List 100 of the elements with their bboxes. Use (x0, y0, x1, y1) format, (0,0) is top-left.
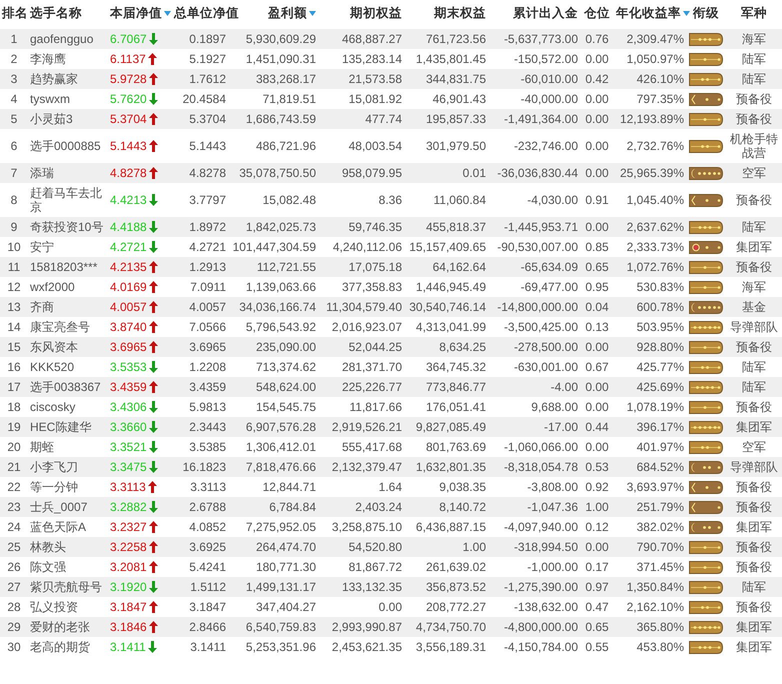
final-equity: 4,734,750.70 (416, 620, 486, 634)
position-ratio: 0.12 (585, 520, 609, 534)
net-value: 3.1847 (110, 600, 147, 614)
service-branch: 导弹部队 (730, 460, 778, 474)
service-branch: 陆军 (742, 52, 766, 66)
final-equity: 6,436,887.15 (416, 520, 486, 534)
net-value: 3.2882 (110, 500, 147, 514)
cumulative-flow: -4,800,000.00 (504, 620, 578, 634)
profit-amount: 71,819.51 (262, 92, 316, 106)
final-equity: 30,540,746.14 (409, 300, 486, 314)
net-value: 3.2081 (110, 560, 147, 574)
annual-return: 790.70% (636, 540, 684, 554)
initial-equity: 2,403.24 (355, 500, 402, 514)
rank-number: 17 (7, 380, 21, 394)
unit-net-value: 7.0911 (190, 280, 226, 294)
rank-number: 14 (7, 320, 21, 334)
unit-net-value: 3.6965 (189, 340, 226, 354)
rank-number: 6 (10, 139, 18, 153)
unit-net-value: 3.7797 (189, 193, 226, 207)
column-header[interactable]: 年化收益率 (616, 5, 681, 22)
final-equity: 1.00 (462, 540, 486, 554)
player-name: 士兵_0007 (30, 500, 88, 514)
service-branch: 预备役 (736, 260, 772, 274)
unit-net-value: 1.8972 (189, 220, 226, 234)
unit-net-value: 4.0852 (189, 520, 226, 534)
net-value: 3.8740 (110, 320, 147, 334)
position-ratio: 0.97 (585, 580, 609, 594)
player-name: KKK520 (30, 360, 74, 374)
annual-return: 3,693.97% (626, 480, 684, 494)
initial-equity: 54,520.80 (348, 540, 402, 554)
initial-equity: 135,283.14 (342, 52, 402, 66)
initial-equity: 4,240,112.06 (332, 240, 402, 254)
profit-amount: 180,771.30 (256, 560, 316, 574)
unit-net-value: 5.3704 (189, 112, 226, 126)
position-ratio: 0.65 (585, 620, 609, 634)
net-value: 4.0169 (110, 280, 147, 294)
position-ratio: 0.42 (585, 72, 609, 86)
net-value: 5.3704 (110, 112, 147, 126)
player-name: 选手0000885 (30, 139, 101, 153)
service-branch: 预备役 (736, 92, 772, 106)
unit-net-value: 3.4359 (189, 380, 226, 394)
rank-number: 11 (8, 260, 20, 274)
cumulative-flow: -14,800,000.00 (497, 300, 578, 314)
position-ratio: 0.04 (585, 300, 609, 314)
cumulative-flow: -4,030.00 (527, 193, 578, 207)
sort-caret-icon[interactable] (309, 11, 316, 16)
initial-equity: 3,258,875.10 (332, 520, 402, 534)
profit-amount: 6,540,759.83 (246, 620, 316, 634)
column-header[interactable]: 本届净值 (110, 5, 162, 22)
service-branch: 预备役 (736, 560, 772, 574)
unit-net-value: 2.8466 (189, 620, 226, 634)
profit-amount: 5,796,543.92 (246, 320, 316, 334)
annual-return: 453.80% (636, 640, 684, 654)
final-equity: 1,446,945.49 (416, 280, 486, 294)
cumulative-flow: -232,746.00 (514, 139, 578, 153)
position-ratio: 0.47 (585, 600, 609, 614)
profit-amount: 12,844.71 (262, 480, 316, 494)
unit-net-value: 2.3443 (189, 420, 226, 434)
service-branch: 集团军 (736, 420, 772, 434)
net-value: 6.1137 (110, 52, 146, 66)
cumulative-flow: -5,637,773.00 (504, 32, 578, 46)
position-ratio: 0.00 (585, 92, 609, 106)
final-equity: 773,846.77 (426, 380, 486, 394)
player-name: 小李飞刀 (30, 460, 78, 474)
column-header[interactable]: 盈利额 (268, 5, 307, 22)
initial-equity: 2,453,621.35 (332, 640, 402, 654)
final-equity: 208,772.27 (426, 600, 486, 614)
net-value: 3.3521 (110, 440, 147, 454)
cumulative-flow: -1,060,066.00 (504, 440, 578, 454)
sort-caret-icon[interactable] (164, 11, 171, 16)
player-name: 蓝色天际A (30, 520, 86, 534)
service-branch: 预备役 (736, 600, 772, 614)
initial-equity: 2,016,923.07 (332, 320, 402, 334)
profit-amount: 1,499,131.17 (246, 580, 316, 594)
rank-number: 21 (7, 460, 21, 474)
net-value: 3.4359 (110, 380, 147, 394)
initial-equity: 2,993,990.87 (332, 620, 402, 634)
position-ratio: 0.65 (585, 260, 609, 274)
service-branch: 海军 (742, 32, 766, 46)
rank-number: 4 (10, 92, 18, 106)
net-value: 3.1411 (110, 640, 146, 654)
profit-amount: 486,721.96 (256, 139, 316, 153)
service-branch: 预备役 (736, 112, 772, 126)
position-ratio: 0.13 (585, 320, 609, 334)
sort-caret-icon[interactable] (683, 11, 690, 16)
profit-amount: 1,306,412.01 (246, 440, 316, 454)
initial-equity: 468,887.27 (342, 32, 402, 46)
initial-equity: 52,044.25 (348, 340, 402, 354)
unit-net-value: 20.4584 (182, 92, 226, 106)
net-value: 3.2327 (110, 520, 147, 534)
column-header: 期初权益 (350, 6, 402, 20)
cumulative-flow: -8,318,054.78 (504, 460, 578, 474)
position-ratio: 0.00 (585, 380, 609, 394)
initial-equity: 1.64 (378, 480, 402, 494)
cumulative-flow: -65,634.09 (520, 260, 578, 274)
net-value: 4.2135 (110, 260, 147, 274)
profit-amount: 34,036,166.74 (239, 300, 316, 314)
cumulative-flow: -278,500.00 (514, 340, 578, 354)
net-value: 3.4306 (110, 400, 147, 414)
final-equity: 3,556,189.31 (416, 640, 486, 654)
